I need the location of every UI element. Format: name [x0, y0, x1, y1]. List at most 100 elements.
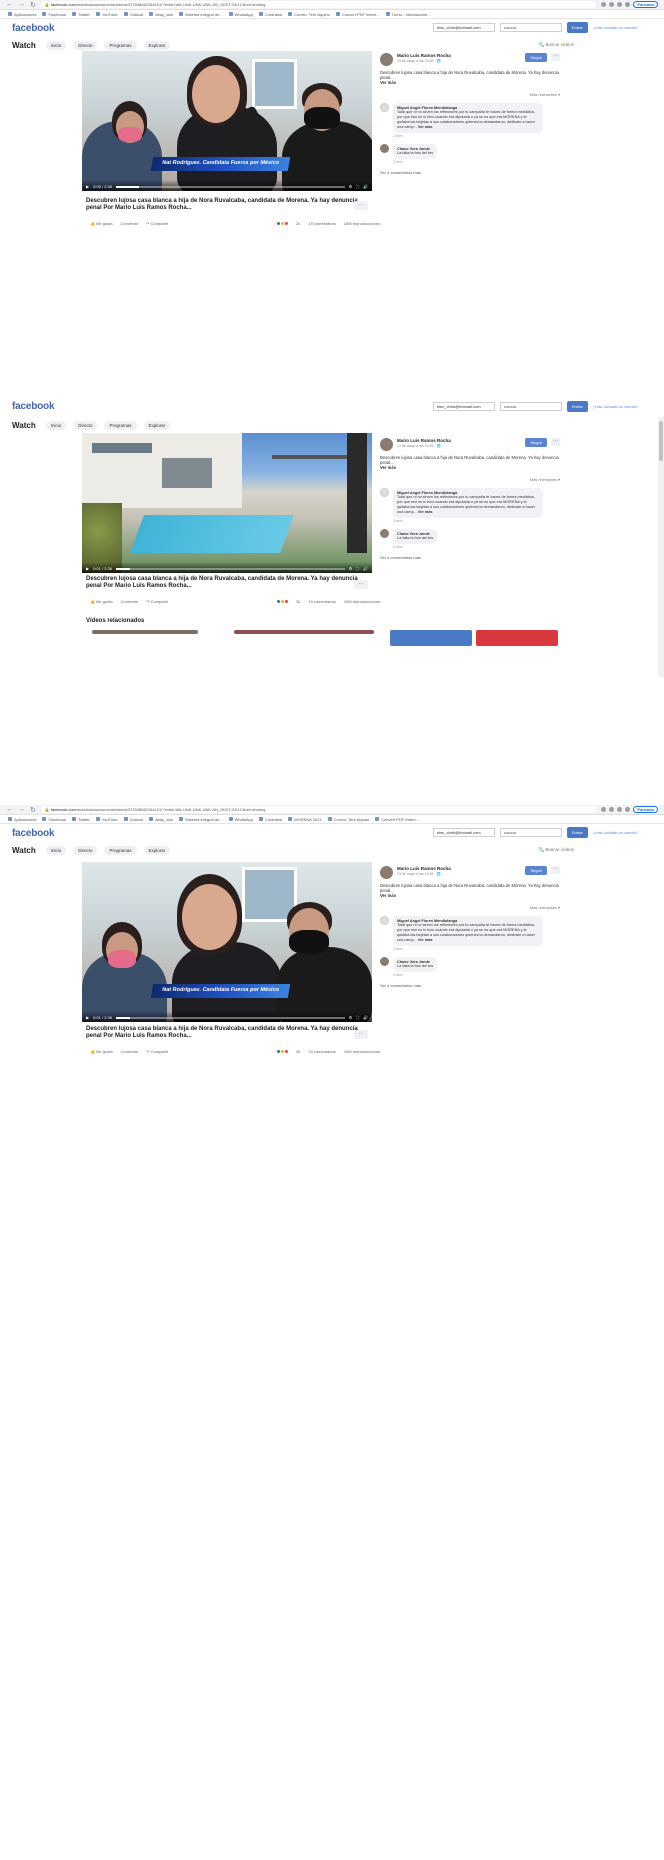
bookmark[interactable]: Twitter: [72, 817, 90, 822]
bookmark[interactable]: abay_dan: [149, 12, 173, 17]
bookmark[interactable]: Facebook: [42, 12, 66, 17]
avatar[interactable]: [380, 53, 393, 66]
profile-button[interactable]: Pausado: [633, 1, 658, 8]
progress-bar[interactable]: [115, 1017, 345, 1019]
video-player[interactable]: Nat Rodríguez. Candidata Fuerza por Méxi…: [82, 862, 372, 1022]
avatar[interactable]: [380, 866, 393, 879]
see-more-link[interactable]: Ver más: [418, 938, 433, 942]
fullscreen-icon[interactable]: ⛶: [356, 1015, 359, 1020]
scrollbar[interactable]: [658, 417, 664, 677]
extension-icon[interactable]: [601, 2, 607, 7]
extension-icon[interactable]: [609, 807, 615, 812]
post-date[interactable]: 13 de mayo a las 10:36 · 🌐: [397, 444, 451, 448]
reactions[interactable]: [276, 221, 290, 226]
comment-button[interactable]: Comentar: [121, 221, 139, 226]
login-button[interactable]: Entrar: [566, 22, 588, 33]
bookmark[interactable]: Aplicaciones: [8, 12, 36, 17]
tab-inicio[interactable]: Inicio: [45, 40, 67, 50]
comment-button[interactable]: Comentar: [121, 599, 139, 604]
bookmark[interactable]: Convert PDF Intern...: [336, 12, 380, 17]
sort-comments[interactable]: Más relevantes ▾: [380, 477, 560, 482]
post-date[interactable]: 13 de mayo a las 10:36 · 🌐: [397, 59, 451, 63]
avatar[interactable]: [380, 487, 389, 497]
volume-icon[interactable]: 🔊: [363, 1015, 368, 1020]
avatar[interactable]: [380, 143, 389, 153]
back-icon[interactable]: ←: [6, 806, 13, 814]
scrollbar-thumb[interactable]: [659, 421, 663, 461]
tab-inicio[interactable]: Inicio: [45, 420, 67, 430]
reload-icon[interactable]: ↻: [30, 806, 36, 814]
related-video-thumb[interactable]: [234, 630, 374, 634]
more-icon[interactable]: ⋯: [551, 53, 560, 61]
bookmark[interactable]: Twitter: [72, 12, 90, 17]
volume-icon[interactable]: 🔊: [363, 566, 368, 571]
like-button[interactable]: 👍 Me gusta: [90, 599, 113, 604]
reactions[interactable]: [276, 599, 290, 604]
tab-directo[interactable]: Directo: [73, 40, 98, 50]
settings-icon[interactable]: ⚙: [349, 566, 353, 571]
bookmark[interactable]: WhatsApp: [229, 817, 253, 822]
tab-programas[interactable]: Programas: [104, 420, 137, 430]
play-icon[interactable]: ▶: [86, 184, 89, 189]
settings-icon[interactable]: ⚙: [349, 184, 353, 189]
sort-comments[interactable]: Más relevantes ▾: [380, 905, 560, 910]
facebook-logo[interactable]: facebook: [12, 401, 55, 412]
follow-button[interactable]: Seguir: [525, 53, 547, 62]
bookmark[interactable]: YouTube: [96, 12, 118, 17]
password-field[interactable]: [499, 402, 562, 411]
address-bar[interactable]: 🔒 facebook.com/marioluisramosrocha/video…: [40, 1, 597, 8]
bookmark[interactable]: Convert PDF Intern...: [375, 817, 419, 822]
bookmark[interactable]: Correo: Tere Aquino: [288, 12, 330, 17]
password-field[interactable]: [499, 828, 562, 837]
bookmark[interactable]: Aplicaciones: [8, 817, 36, 822]
forward-icon[interactable]: →: [18, 806, 25, 814]
address-bar[interactable]: 🔒 facebook.com/marioluisramosrocha/video…: [40, 806, 597, 813]
bookmark[interactable]: abay_dan: [149, 817, 173, 822]
tab-explorar[interactable]: Explorar: [143, 420, 171, 430]
comments-count[interactable]: 19 comentarios: [308, 221, 335, 226]
bookmark[interactable]: Outlook: [124, 817, 144, 822]
settings-icon[interactable]: ⚙: [349, 1015, 353, 1020]
forgot-account-link[interactable]: ¿Has olvidado la cuenta?: [593, 25, 638, 30]
like-button[interactable]: 👍 Me gusta: [90, 1049, 113, 1054]
play-icon[interactable]: ▶: [86, 1015, 89, 1020]
sort-comments[interactable]: Más relevantes ▾: [380, 92, 560, 97]
avatar[interactable]: [380, 915, 389, 925]
related-video-thumb[interactable]: [92, 630, 198, 634]
view-more-comments[interactable]: Ver 4 comentarios más: [380, 170, 560, 175]
share-button[interactable]: ↷ Compartir: [146, 221, 168, 226]
more-options-button[interactable]: …: [354, 580, 368, 589]
search-videos[interactable]: 🔍 Buscar vídeos: [539, 847, 574, 853]
more-icon[interactable]: ⋯: [551, 866, 560, 874]
bookmark[interactable]: Contratos: [259, 817, 282, 822]
bookmark[interactable]: Outlook: [124, 12, 144, 17]
share-button[interactable]: ↷ Compartir: [146, 1049, 168, 1054]
post-date[interactable]: 13 de mayo a las 10:36 · 🌐: [397, 872, 451, 876]
facebook-logo[interactable]: facebook: [12, 23, 55, 34]
avatar[interactable]: [380, 956, 389, 966]
more-options-button[interactable]: …: [354, 1030, 368, 1039]
like-button[interactable]: 👍 Me gusta: [90, 221, 113, 226]
extension-icon[interactable]: [625, 2, 631, 7]
profile-button[interactable]: Pausado: [633, 806, 658, 813]
forgot-account-link[interactable]: ¿Has olvidado la cuenta?: [593, 404, 638, 409]
tab-directo[interactable]: Directo: [73, 420, 98, 430]
email-field[interactable]: [432, 23, 495, 32]
bookmark[interactable]: Sistema integral de...: [179, 12, 223, 17]
bookmark[interactable]: Sistema integral de...: [179, 817, 223, 822]
bookmark[interactable]: YouTube: [96, 817, 118, 822]
play-icon[interactable]: ▶: [86, 566, 89, 571]
follow-button[interactable]: Seguir: [525, 438, 547, 447]
login-button[interactable]: Entrar: [566, 827, 588, 838]
more-options-button[interactable]: …: [354, 201, 368, 210]
avatar[interactable]: [380, 438, 393, 451]
video-player[interactable]: ▶ 0:01 / 2:36 ⚙ ⛶ 🔊: [82, 433, 372, 573]
extension-icon[interactable]: [601, 807, 607, 812]
more-icon[interactable]: ⋯: [551, 438, 560, 446]
forward-icon[interactable]: →: [18, 1, 25, 9]
bookmark[interactable]: Correo: Tere Aquino: [328, 817, 370, 822]
bookmark[interactable]: MORENA 2021: [288, 817, 321, 822]
author-name[interactable]: Mario Luis Ramos Rocha: [397, 866, 451, 871]
avatar[interactable]: [380, 528, 389, 538]
extension-icon[interactable]: [617, 2, 623, 7]
